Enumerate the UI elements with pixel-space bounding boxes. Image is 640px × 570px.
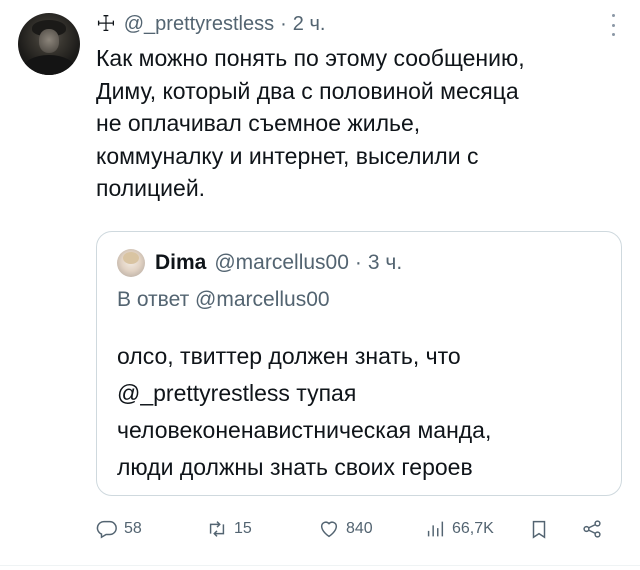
divider <box>0 565 640 566</box>
header-separator: · <box>280 12 287 35</box>
quoted-name[interactable]: Dima <box>155 251 206 275</box>
more-vertical-icon[interactable] <box>610 14 616 36</box>
like-button[interactable]: 840 <box>318 512 373 546</box>
quoted-tweet[interactable]: Dima @marcellus00 · 3 ч. В ответ @marcel… <box>96 231 622 496</box>
quoted-header: Dima @marcellus00 · 3 ч. <box>117 248 402 278</box>
tweet-header: ☩ @_prettyrestless · 2 ч. <box>96 10 325 38</box>
author-handle[interactable]: @_prettyrestless <box>124 13 274 36</box>
retweet-icon <box>209 521 225 537</box>
views-count: 66,7K <box>452 520 494 537</box>
share-button[interactable] <box>581 512 603 546</box>
like-count: 840 <box>346 520 373 537</box>
views-icon <box>427 521 444 537</box>
quoted-reply-to: В ответ @marcellus00 <box>117 288 330 311</box>
author-avatar[interactable] <box>18 13 80 75</box>
bookmark-button[interactable] <box>528 512 550 546</box>
quoted-handle[interactable]: @marcellus00 <box>214 251 349 275</box>
retweet-button[interactable]: 15 <box>206 512 252 546</box>
heart-icon <box>320 521 338 538</box>
reply-icon <box>96 520 117 539</box>
quoted-separator: · <box>354 251 362 274</box>
bookmark-icon <box>532 520 546 539</box>
quoted-avatar[interactable] <box>117 249 145 277</box>
tweet-text: Как можно понять по этому сообщению, Дим… <box>96 45 525 201</box>
views-button[interactable]: 66,7K <box>424 512 494 546</box>
tweet-time[interactable]: 2 ч. <box>293 13 326 36</box>
reply-button[interactable]: 58 <box>96 512 142 546</box>
share-icon <box>583 520 601 538</box>
quoted-time[interactable]: 3 ч. <box>368 251 402 275</box>
reply-count: 58 <box>124 520 142 537</box>
action-bar: 58 15 840 66,7K <box>96 512 611 546</box>
quoted-text: олсо, твиттер должен знать, что @_pretty… <box>117 343 492 480</box>
cross-glyph: ☩ <box>96 11 116 36</box>
retweet-count: 15 <box>234 520 252 537</box>
